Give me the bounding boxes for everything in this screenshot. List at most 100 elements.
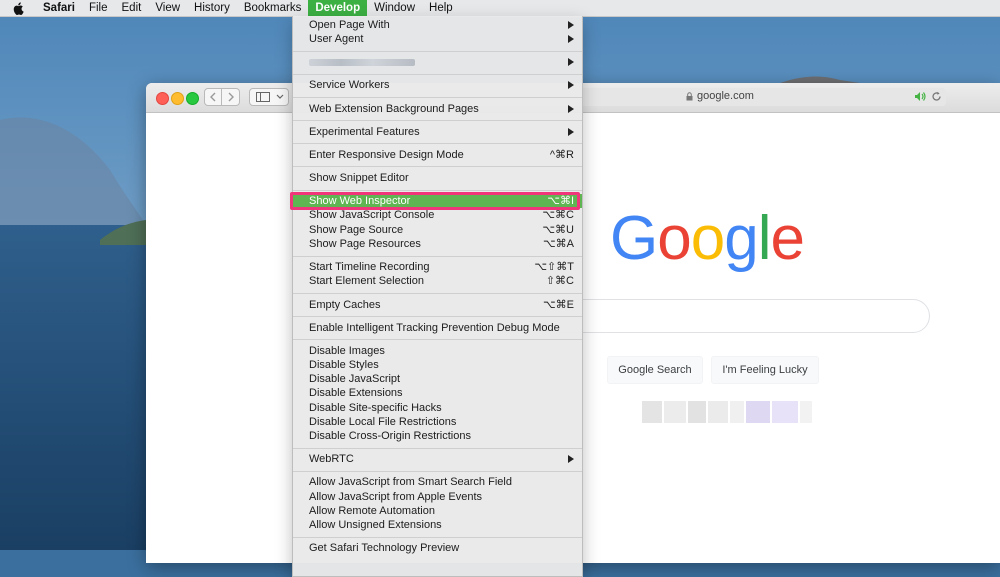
menu-file[interactable]: File	[82, 0, 115, 16]
menu-history[interactable]: History	[187, 0, 237, 16]
menu-item-disable-images[interactable]: Disable Images	[293, 344, 582, 358]
google-logo-letter: l	[757, 204, 772, 273]
navigation-buttons	[204, 88, 242, 106]
menu-item-label: Disable Site-specific Hacks	[309, 402, 442, 414]
menu-item-javascript-console[interactable]: Show JavaScript Console ⌥⌘C	[293, 208, 582, 222]
menu-bar: Safari File Edit View History Bookmarks …	[0, 0, 1000, 17]
blurred-device-name	[309, 59, 415, 66]
menu-item-web-extension-background-pages[interactable]: Web Extension Background Pages	[293, 102, 582, 116]
chevron-down-icon	[276, 94, 284, 99]
menu-item-webrtc[interactable]: WebRTC	[293, 452, 582, 466]
google-logo-letter: o	[690, 204, 725, 273]
menu-item-disable-styles[interactable]: Disable Styles	[293, 358, 582, 372]
menu-item-label: WebRTC	[309, 453, 354, 465]
menu-item-label: Disable Cross-Origin Restrictions	[309, 430, 471, 442]
menu-separator	[293, 448, 582, 449]
menu-item-page-resources[interactable]: Show Page Resources ⌥⌘A	[293, 237, 582, 251]
submenu-arrow-icon	[568, 35, 574, 43]
menu-separator	[293, 166, 582, 167]
menu-item-disable-extensions[interactable]: Disable Extensions	[293, 386, 582, 400]
menu-item-label: Service Workers	[309, 79, 390, 91]
minimize-window-button[interactable]	[171, 92, 184, 105]
develop-menu: Open Page With User Agent Service Worker…	[292, 16, 583, 577]
menu-item-timeline-recording[interactable]: Start Timeline Recording ⌥⇧⌘T	[293, 260, 582, 274]
menu-separator	[293, 190, 582, 191]
menu-separator	[293, 537, 582, 538]
speaker-icon[interactable]	[914, 91, 926, 102]
annotation-highlight-box	[290, 192, 580, 210]
google-logo-letter: o	[657, 204, 691, 273]
menu-item-disable-local-file-restrictions[interactable]: Disable Local File Restrictions	[293, 415, 582, 429]
menu-safari[interactable]: Safari	[36, 0, 82, 16]
menu-item-disable-javascript[interactable]: Disable JavaScript	[293, 372, 582, 386]
back-button[interactable]	[204, 88, 222, 106]
google-logo-letter: G	[610, 204, 658, 273]
close-window-button[interactable]	[156, 92, 169, 105]
menu-view[interactable]: View	[148, 0, 187, 16]
menu-item-label: Experimental Features	[309, 126, 420, 138]
menu-item-shortcut: ⌥⌘C	[542, 209, 574, 221]
menu-item-allow-unsigned-extensions[interactable]: Allow Unsigned Extensions	[293, 518, 582, 532]
menu-item-label: Get Safari Technology Preview	[309, 542, 460, 554]
menu-item-service-workers[interactable]: Service Workers	[293, 78, 582, 92]
chevron-left-icon	[210, 92, 216, 102]
menu-item-label: User Agent	[309, 33, 364, 45]
menu-bookmarks[interactable]: Bookmarks	[237, 0, 309, 16]
sidebar-toggle-button[interactable]	[249, 88, 289, 106]
menu-item-allow-js-smart-search[interactable]: Allow JavaScript from Smart Search Field	[293, 475, 582, 489]
menu-item-itp-debug-mode[interactable]: Enable Intelligent Tracking Prevention D…	[293, 321, 582, 335]
menu-window[interactable]: Window	[367, 0, 422, 16]
menu-item-label: Show Page Source	[309, 224, 404, 236]
menu-item-device-blurred[interactable]	[293, 55, 582, 69]
menu-separator	[293, 74, 582, 75]
menu-item-label: Allow Remote Automation	[309, 505, 435, 517]
submenu-arrow-icon	[568, 128, 574, 136]
menu-item-label: Disable JavaScript	[309, 373, 401, 385]
google-search-button[interactable]: Google Search	[607, 356, 703, 384]
menu-item-open-page-with[interactable]: Open Page With	[293, 18, 582, 32]
reload-icon[interactable]	[931, 91, 942, 102]
forward-button[interactable]	[222, 88, 240, 106]
menu-item-disable-cross-origin-restrictions[interactable]: Disable Cross-Origin Restrictions	[293, 429, 582, 443]
submenu-arrow-icon	[568, 455, 574, 463]
menu-separator	[293, 120, 582, 121]
google-logo-letter: g	[724, 204, 758, 273]
menu-item-technology-preview[interactable]: Get Safari Technology Preview	[293, 541, 582, 555]
menu-separator	[293, 316, 582, 317]
menu-separator	[293, 97, 582, 98]
zoom-window-button[interactable]	[186, 92, 199, 105]
menu-item-allow-remote-automation[interactable]: Allow Remote Automation	[293, 504, 582, 518]
menu-edit[interactable]: Edit	[115, 0, 149, 16]
submenu-arrow-icon	[568, 21, 574, 29]
menu-item-label: Disable Images	[309, 345, 385, 357]
menu-item-element-selection[interactable]: Start Element Selection ⇧⌘C	[293, 274, 582, 288]
feeling-lucky-button[interactable]: I'm Feeling Lucky	[711, 356, 819, 384]
google-search-input[interactable]	[546, 299, 930, 333]
menu-develop[interactable]: Develop	[308, 0, 368, 16]
menu-item-page-source[interactable]: Show Page Source ⌥⌘U	[293, 223, 582, 237]
menu-item-label: Web Extension Background Pages	[309, 103, 479, 115]
google-logo-letter: e	[770, 204, 804, 273]
menu-item-responsive-design-mode[interactable]: Enter Responsive Design Mode ^⌘R	[293, 148, 582, 162]
menu-separator	[293, 256, 582, 257]
menu-item-label: Empty Caches	[309, 299, 381, 311]
menu-item-snippet-editor[interactable]: Show Snippet Editor	[293, 171, 582, 185]
menu-item-label: Show JavaScript Console	[309, 209, 435, 221]
submenu-arrow-icon	[568, 81, 574, 89]
menu-item-shortcut: ⇧⌘C	[545, 275, 574, 287]
menu-item-label: Enable Intelligent Tracking Prevention D…	[309, 322, 560, 334]
menu-item-disable-site-hacks[interactable]: Disable Site-specific Hacks	[293, 401, 582, 415]
apple-icon[interactable]	[12, 1, 24, 15]
menu-item-label: Allow JavaScript from Smart Search Field	[309, 476, 512, 488]
menu-separator	[293, 293, 582, 294]
menu-separator	[293, 51, 582, 52]
menu-help[interactable]: Help	[422, 0, 460, 16]
submenu-arrow-icon	[568, 105, 574, 113]
menu-separator	[293, 143, 582, 144]
menu-item-user-agent[interactable]: User Agent	[293, 32, 582, 46]
menu-item-experimental-features[interactable]: Experimental Features	[293, 125, 582, 139]
url-text: google.com	[697, 90, 754, 102]
menu-item-allow-js-apple-events[interactable]: Allow JavaScript from Apple Events	[293, 490, 582, 504]
menu-item-label: Open Page With	[309, 19, 390, 31]
menu-item-empty-caches[interactable]: Empty Caches ⌥⌘E	[293, 298, 582, 312]
